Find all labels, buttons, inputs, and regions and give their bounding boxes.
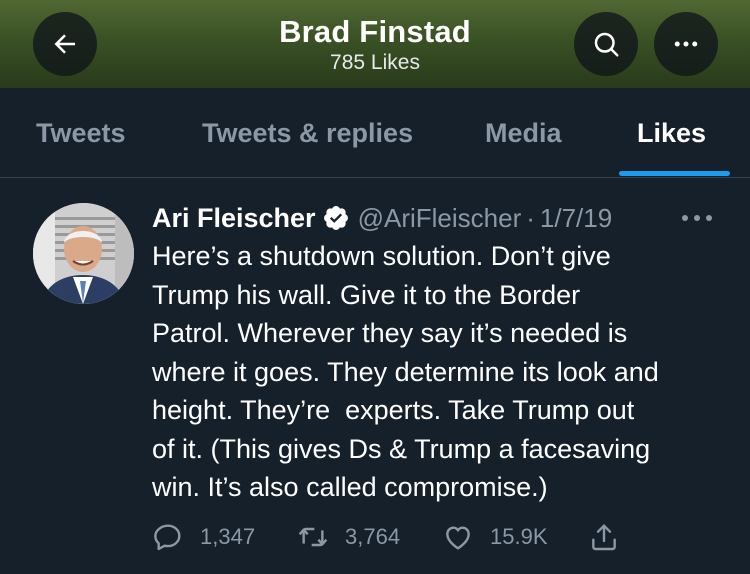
tab-media[interactable]: Media bbox=[485, 116, 562, 150]
tab-likes[interactable]: Likes bbox=[637, 116, 706, 150]
tweet-actions: 1,347 3,764 15.9K bbox=[152, 517, 732, 557]
profile-header: Brad Finstad 785 Likes bbox=[0, 0, 750, 88]
tweet-more-button[interactable] bbox=[680, 201, 714, 235]
avatar[interactable] bbox=[33, 203, 134, 304]
reply-icon bbox=[154, 524, 181, 551]
tab-tweets-and-replies[interactable]: Tweets & replies bbox=[202, 116, 413, 150]
reply-count: 1,347 bbox=[200, 524, 256, 549]
avatar-image bbox=[33, 203, 134, 304]
tab-tweets[interactable]: Tweets bbox=[36, 116, 126, 150]
author-handle[interactable]: @AriFleischer bbox=[358, 203, 522, 234]
share-icon bbox=[592, 524, 616, 551]
profile-tabs: Tweets Tweets & replies Media Likes bbox=[0, 88, 750, 178]
reply-button[interactable]: 1,347 bbox=[152, 517, 255, 557]
tweet-text: Here’s a shutdown solution. Don’t give T… bbox=[152, 241, 659, 502]
tweet-date[interactable]: 1/7/19 bbox=[540, 203, 612, 234]
more-options-button[interactable] bbox=[654, 12, 718, 76]
header-separator: · bbox=[526, 202, 535, 233]
like-button[interactable]: 15.9K bbox=[442, 517, 548, 557]
tweet[interactable]: Ari Fleischer @AriFleischer · 1/7/19 Her… bbox=[0, 179, 750, 574]
search-icon bbox=[594, 32, 619, 57]
like-count: 15.9K bbox=[490, 524, 548, 549]
likes-count-subtitle: 785 Likes bbox=[330, 51, 420, 74]
retweet-button[interactable]: 3,764 bbox=[297, 517, 400, 557]
tweet-header: Ari Fleischer @AriFleischer · 1/7/19 bbox=[152, 201, 612, 235]
verified-badge-icon bbox=[323, 206, 348, 230]
author-name[interactable]: Ari Fleischer bbox=[152, 203, 316, 234]
share-button[interactable] bbox=[588, 517, 620, 557]
like-icon bbox=[446, 526, 470, 550]
search-button[interactable] bbox=[574, 12, 638, 76]
more-icon bbox=[674, 41, 698, 47]
retweet-count: 3,764 bbox=[345, 524, 401, 549]
active-tab-indicator bbox=[619, 171, 730, 176]
more-icon bbox=[682, 215, 712, 221]
retweet-icon bbox=[298, 527, 328, 547]
